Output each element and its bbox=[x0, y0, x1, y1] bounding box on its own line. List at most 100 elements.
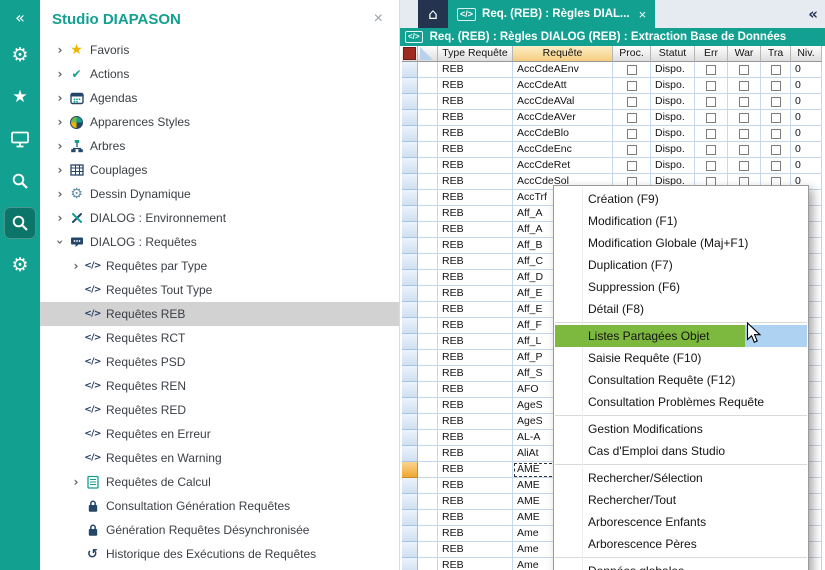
row-selector[interactable] bbox=[402, 302, 418, 318]
cell-statut[interactable]: Dispo. bbox=[651, 142, 695, 158]
war-checkbox[interactable] bbox=[739, 65, 749, 75]
cell-niv[interactable]: 0 bbox=[791, 126, 822, 142]
cell-niv[interactable]: 0 bbox=[791, 142, 822, 158]
row-selector[interactable] bbox=[402, 238, 418, 254]
proc-checkbox[interactable] bbox=[627, 145, 637, 155]
cell-requete[interactable]: AccCdeAVal bbox=[513, 94, 613, 110]
tra-checkbox[interactable] bbox=[771, 97, 781, 107]
cell-type-requete[interactable]: REB bbox=[438, 158, 513, 174]
err-checkbox[interactable] bbox=[706, 97, 716, 107]
tree-item-actions[interactable]: ›✔Actions bbox=[40, 62, 399, 86]
cell-statut[interactable]: Dispo. bbox=[651, 62, 695, 78]
row-selector[interactable] bbox=[402, 398, 418, 414]
column-header-statut[interactable]: Statut bbox=[651, 46, 695, 62]
cell-type-requete[interactable]: REB bbox=[438, 382, 513, 398]
war-checkbox[interactable] bbox=[739, 129, 749, 139]
cell-type-requete[interactable]: REB bbox=[438, 286, 513, 302]
expand-arrow-icon[interactable]: › bbox=[68, 259, 84, 273]
tree-item-requetes-de-calcul[interactable]: ›Requêtes de Calcul bbox=[40, 470, 399, 494]
tra-checkbox[interactable] bbox=[771, 129, 781, 139]
activitybar-gear-button[interactable]: ⚙ bbox=[0, 34, 40, 76]
cell-type-requete[interactable]: REB bbox=[438, 446, 513, 462]
row-selector[interactable] bbox=[402, 158, 418, 174]
tree-item-requetes-psd[interactable]: </>Requêtes PSD bbox=[40, 350, 399, 374]
cell-type-requete[interactable]: REB bbox=[438, 78, 513, 94]
column-header-war[interactable]: War bbox=[728, 46, 761, 62]
proc-checkbox[interactable] bbox=[627, 161, 637, 171]
cell-niv[interactable]: 0 bbox=[791, 158, 822, 174]
row-selector[interactable] bbox=[402, 318, 418, 334]
war-checkbox[interactable] bbox=[739, 97, 749, 107]
cell-type-requete[interactable]: REB bbox=[438, 126, 513, 142]
row-selector[interactable] bbox=[402, 526, 418, 542]
row-selector[interactable] bbox=[402, 254, 418, 270]
tree-item-requetes-red[interactable]: </>Requêtes RED bbox=[40, 398, 399, 422]
proc-checkbox[interactable] bbox=[627, 97, 637, 107]
cell-type-requete[interactable]: REB bbox=[438, 366, 513, 382]
menu-item-donnees-globales[interactable]: Données globales bbox=[554, 560, 808, 570]
row-selector[interactable] bbox=[402, 78, 418, 94]
cell-niv[interactable]: 0 bbox=[791, 62, 822, 78]
tree-item-requetes-tout-type[interactable]: </>Requêtes Tout Type bbox=[40, 278, 399, 302]
menu-item-cas-d-emploi-dans-studio[interactable]: Cas d'Emploi dans Studio bbox=[554, 440, 808, 462]
cell-type-requete[interactable]: REB bbox=[438, 526, 513, 542]
cell-statut[interactable]: Dispo. bbox=[651, 110, 695, 126]
column-header-requete[interactable]: Requête bbox=[513, 46, 613, 62]
row-selector[interactable] bbox=[402, 462, 418, 478]
tree-item-requetes-en-erreur[interactable]: </>Requêtes en Erreur bbox=[40, 422, 399, 446]
cell-type-requete[interactable]: REB bbox=[438, 110, 513, 126]
row-selector[interactable] bbox=[402, 334, 418, 350]
tra-checkbox[interactable] bbox=[771, 161, 781, 171]
row-selector[interactable] bbox=[402, 62, 418, 78]
tree-item-requetes-ren[interactable]: </>Requêtes REN bbox=[40, 374, 399, 398]
menu-item-arborescence-peres[interactable]: Arborescence Pères bbox=[554, 533, 808, 555]
panel-close-icon[interactable]: × bbox=[370, 10, 387, 28]
row-selector[interactable] bbox=[402, 350, 418, 366]
menu-item-listes-partagees-objet[interactable]: Listes Partagées Objet bbox=[554, 325, 808, 347]
menu-item-modification-f1[interactable]: Modification (F1) bbox=[554, 210, 808, 232]
scroll-button[interactable] bbox=[403, 47, 416, 60]
cell-type-requete[interactable]: REB bbox=[438, 350, 513, 366]
cell-type-requete[interactable]: REB bbox=[438, 494, 513, 510]
row-selector[interactable] bbox=[402, 558, 418, 570]
row-selector[interactable] bbox=[402, 382, 418, 398]
menu-item-suppression-f6[interactable]: Suppression (F6) bbox=[554, 276, 808, 298]
cell-type-requete[interactable]: REB bbox=[438, 206, 513, 222]
menu-item-modification-globale-maj-f1[interactable]: Modification Globale (Maj+F1) bbox=[554, 232, 808, 254]
tree-item-dessin-dynamique[interactable]: ›⚙Dessin Dynamique bbox=[40, 182, 399, 206]
expand-arrow-icon[interactable]: › bbox=[68, 475, 84, 489]
column-header-niv[interactable]: Niv. bbox=[791, 46, 822, 62]
cell-requete[interactable]: AccCdeRet bbox=[513, 158, 613, 174]
menu-item-consultation-problemes-requete[interactable]: Consultation Problèmes Requête bbox=[554, 391, 808, 413]
proc-checkbox[interactable] bbox=[627, 65, 637, 75]
row-selector[interactable] bbox=[402, 366, 418, 382]
tree-item-couplages[interactable]: ›Couplages bbox=[40, 158, 399, 182]
tree-item-requetes-en-warning[interactable]: </>Requêtes en Warning bbox=[40, 446, 399, 470]
tree-item-consultation-generation-requetes[interactable]: Consultation Génération Requêtes bbox=[40, 494, 399, 518]
row-selector[interactable] bbox=[402, 174, 418, 190]
cell-type-requete[interactable]: REB bbox=[438, 334, 513, 350]
cell-statut[interactable]: Dispo. bbox=[651, 78, 695, 94]
expand-arrow-icon[interactable]: › bbox=[52, 67, 68, 81]
cell-type-requete[interactable]: REB bbox=[438, 414, 513, 430]
cell-requete[interactable]: AccCdeBlo bbox=[513, 126, 613, 142]
activitybar-star-button[interactable]: ★ bbox=[0, 76, 40, 118]
row-selector[interactable] bbox=[402, 94, 418, 110]
tree-item-requetes-rct[interactable]: </>Requêtes RCT bbox=[40, 326, 399, 350]
menu-item-saisie-requete-f10[interactable]: Saisie Requête (F10) bbox=[554, 347, 808, 369]
tree-item-historique-des-executions-de-requetes[interactable]: ↺Historique des Exécutions de Requêtes bbox=[40, 542, 399, 566]
activitybar-search-button[interactable] bbox=[0, 202, 40, 244]
tree-item-requetes-reb[interactable]: </>Requêtes REB bbox=[40, 302, 399, 326]
cell-type-requete[interactable]: REB bbox=[438, 462, 513, 478]
proc-checkbox[interactable] bbox=[627, 81, 637, 91]
cell-niv[interactable]: 0 bbox=[791, 78, 822, 94]
err-checkbox[interactable] bbox=[706, 81, 716, 91]
cell-niv[interactable]: 0 bbox=[791, 94, 822, 110]
cell-type-requete[interactable]: REB bbox=[438, 270, 513, 286]
row-selector[interactable] bbox=[402, 478, 418, 494]
collapse-sidebar-button[interactable]: « bbox=[0, 0, 40, 34]
row-selector[interactable] bbox=[402, 414, 418, 430]
row-selector[interactable] bbox=[402, 142, 418, 158]
war-checkbox[interactable] bbox=[739, 145, 749, 155]
cell-type-requete[interactable]: REB bbox=[438, 238, 513, 254]
